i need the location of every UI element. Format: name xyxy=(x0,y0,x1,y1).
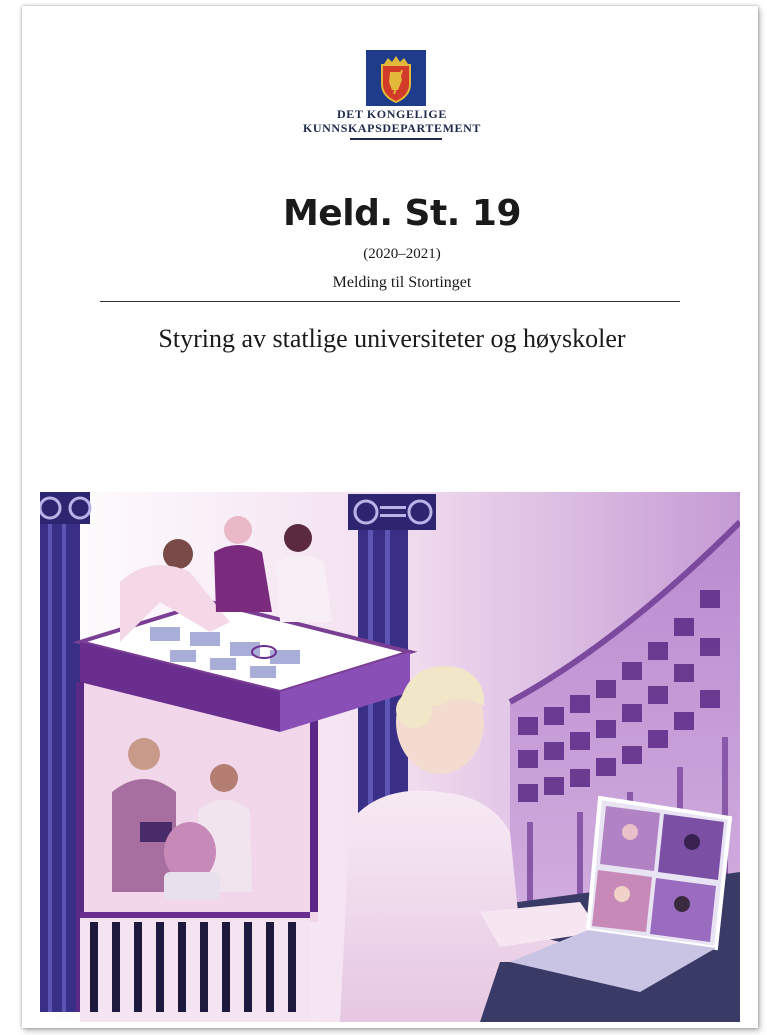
coat-of-arms-icon xyxy=(366,50,426,106)
ministry-underline xyxy=(350,138,442,140)
document-kind: Melding til Stortinget xyxy=(332,274,472,291)
railing-illustration xyxy=(80,912,310,1022)
ministry-name-line1: DET KONGELIGE xyxy=(337,107,447,121)
document-cover: DET KONGELIGE KUNNSKAPSDEPARTEMENT Meld.… xyxy=(22,6,758,1028)
ministry-name-line2: KUNNSKAPSDEPARTEMENT xyxy=(302,121,482,135)
document-title: Meld. St. 19 xyxy=(282,193,522,234)
document-years: (2020–2021) xyxy=(363,246,441,262)
divider xyxy=(100,301,680,302)
document-subtitle: Styring av statlige universiteter og høy… xyxy=(158,324,626,353)
cover-illustration xyxy=(38,492,743,1022)
